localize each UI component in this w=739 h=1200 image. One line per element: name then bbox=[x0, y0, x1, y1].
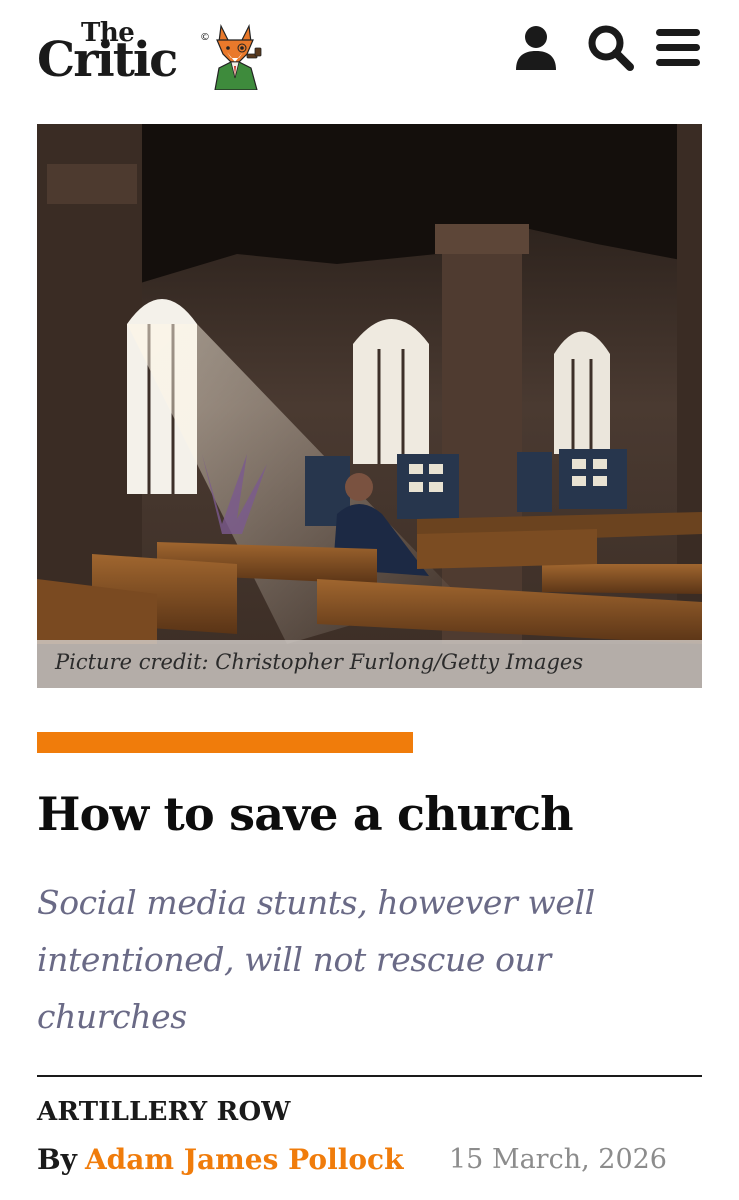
photo-credit: Picture credit: Christopher Furlong/Gett… bbox=[55, 650, 584, 674]
church-interior-photo bbox=[37, 124, 702, 688]
photo-credit-bar: Picture credit: Christopher Furlong/Gett… bbox=[37, 640, 702, 688]
author-link[interactable]: Adam James Pollock bbox=[85, 1143, 404, 1176]
search-icon[interactable] bbox=[587, 24, 635, 72]
by-label: By bbox=[37, 1143, 77, 1176]
byline: By Adam James Pollock bbox=[37, 1143, 403, 1183]
menu-icon[interactable] bbox=[654, 24, 702, 72]
site-header: The Critic © bbox=[0, 0, 739, 110]
accent-bar bbox=[37, 732, 413, 753]
article-standfirst: Social media stunts, however well intent… bbox=[37, 883, 595, 1036]
article-title: How to save a church bbox=[37, 787, 574, 841]
section-link[interactable]: ARTILLERY ROW bbox=[37, 1097, 291, 1127]
user-icon[interactable] bbox=[514, 24, 558, 72]
divider bbox=[37, 1075, 702, 1077]
publish-date: 15 March, 2026 bbox=[449, 1144, 667, 1175]
site-logo[interactable]: The Critic © bbox=[37, 18, 267, 90]
logo-copyright-mark: © bbox=[200, 32, 210, 43]
hero-image: Picture credit: Christopher Furlong/Gett… bbox=[37, 124, 702, 688]
logo-critic-text: Critic bbox=[37, 32, 178, 88]
fox-mascot-icon bbox=[214, 24, 262, 90]
